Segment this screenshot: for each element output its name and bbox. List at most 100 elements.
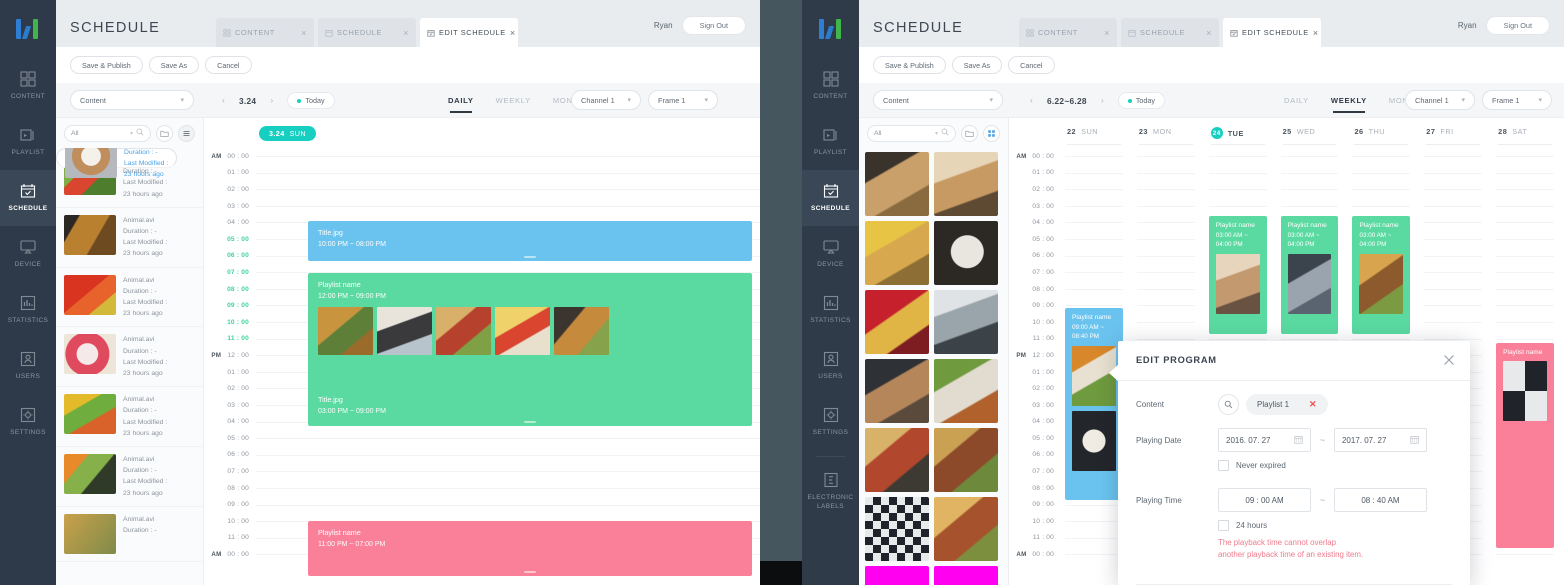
remove-content-icon[interactable]: ✕ (1309, 399, 1317, 410)
sidebar-item-statistics[interactable]: STATISTICS (802, 282, 859, 338)
next-date-button[interactable]: › (1095, 93, 1110, 108)
sidebar-item-device[interactable]: DEVICE (0, 226, 56, 282)
list-item[interactable]: Animal.avi Duration : - Last Modified : … (56, 148, 178, 178)
tab-edit-schedule[interactable]: EDIT SCHEDULE × (420, 18, 518, 47)
thumbnail-cell[interactable] (865, 221, 929, 285)
view-tab-daily[interactable]: DAILY (1284, 96, 1309, 110)
sidebar-item-schedule[interactable]: SCHEDULE (0, 170, 56, 226)
list-item[interactable]: Animal.avi Duration : - Last Modified : … (56, 447, 203, 507)
sidebar-item-schedule[interactable]: SCHEDULE (802, 170, 859, 226)
timeline-body-left[interactable]: Title.jpg 10:00 PM ~ 08:00 PM Playlist n… (256, 148, 760, 585)
close-icon[interactable]: × (1104, 28, 1110, 38)
sidebar-item-statistics[interactable]: STATISTICS (0, 282, 56, 338)
calendar-icon[interactable] (1294, 435, 1303, 446)
time-to-input[interactable]: 08 : 40 AM (1333, 488, 1427, 512)
week-day-header-fri[interactable]: 27 FRI (1420, 118, 1492, 148)
save-as-button[interactable]: Save As (148, 56, 200, 74)
sidebar-item-settings[interactable]: SETTINGS (802, 394, 859, 450)
search-input[interactable]: All ▾ (64, 124, 151, 142)
tab-schedule[interactable]: SCHEDULE × (318, 18, 416, 47)
schedule-block[interactable]: Playlist name 12:00 PM ~ 09:00 PM (308, 273, 752, 395)
thumbnail-cell[interactable] (934, 359, 998, 423)
sidebar-item-content[interactable]: CONTENT (0, 58, 56, 114)
sidebar-item-users[interactable]: USERS (0, 338, 56, 394)
search-icon[interactable] (1218, 394, 1239, 415)
week-day-header-mon[interactable]: 23 MON (1133, 118, 1205, 148)
channel-select[interactable]: Channel 1 ▾ (571, 90, 641, 110)
week-day-header-wed[interactable]: 25 WED (1277, 118, 1349, 148)
prev-date-button[interactable]: ‹ (216, 93, 231, 108)
schedule-block[interactable]: Playlist name 03:00 AM ~04:00 PM (1280, 216, 1339, 334)
thumbnail-cell[interactable] (934, 566, 998, 585)
sidebar-item-users[interactable]: USERS (802, 338, 859, 394)
week-day-header-thu[interactable]: 26 THU (1348, 118, 1420, 148)
sidebar-item-device[interactable]: DEVICE (802, 226, 859, 282)
week-day-header-sun[interactable]: 22 SUN (1061, 118, 1133, 148)
list-view-icon[interactable] (178, 124, 195, 142)
grid-view-icon[interactable] (983, 124, 1000, 142)
thumbnail-cell[interactable] (865, 497, 929, 561)
schedule-block[interactable]: Playlist name 03:00 AM ~04:00 PM (1208, 216, 1267, 334)
frame-select[interactable]: Frame 1 ▾ (1482, 90, 1552, 110)
schedule-block[interactable]: Playlist name 09:00 AM ~08:40 PM (1065, 308, 1123, 500)
file-list[interactable]: Animal.avi Duration : - Last Modified : … (56, 148, 203, 585)
week-day-header-tue[interactable]: 24 TUE (1205, 118, 1277, 148)
sidebar-item-playlist[interactable]: PLAYLIST (0, 114, 56, 170)
sidebar-item-playlist[interactable]: PLAYLIST (802, 114, 859, 170)
sidebar-item-content[interactable]: CONTENT (802, 58, 859, 114)
schedule-block[interactable]: Title.jpg 10:00 PM ~ 08:00 PM (308, 221, 752, 261)
tab-edit-schedule[interactable]: EDIT SCHEDULE × (1223, 18, 1321, 47)
schedule-block[interactable]: Playlist name 11:00 PM ~ 07:00 PM (308, 521, 752, 576)
sidebar-item-electronic-labels[interactable]: ELECTRONIC LABELS (802, 463, 859, 519)
list-item[interactable]: Animal.avi Duration : - Last Modified : … (56, 268, 203, 328)
week-column-sat[interactable]: Playlist name (1492, 148, 1564, 585)
list-item[interactable]: Animal.avi Duration : - Last Modified : … (56, 387, 203, 448)
frame-select[interactable]: Frame 1 ▾ (648, 90, 718, 110)
view-tab-weekly[interactable]: WEEKLY (496, 96, 531, 110)
today-button[interactable]: Today (287, 92, 335, 109)
sign-out-button[interactable]: Sign Out (681, 16, 746, 35)
save-and-publish-button[interactable]: Save & Publish (873, 56, 946, 74)
tab-content[interactable]: CONTENT × (1019, 18, 1117, 47)
schedule-block[interactable]: Playlist name (1496, 343, 1555, 548)
close-icon[interactable]: × (1206, 28, 1212, 38)
close-icon[interactable]: × (301, 28, 307, 38)
cancel-button[interactable]: Cancel (205, 56, 252, 74)
resize-grip[interactable] (524, 256, 536, 258)
cancel-button[interactable]: Cancel (1008, 56, 1055, 74)
tab-content[interactable]: CONTENT × (216, 18, 314, 47)
thumbnail-cell[interactable] (865, 359, 929, 423)
never-expired-checkbox[interactable] (1218, 460, 1229, 471)
calendar-icon[interactable] (1410, 435, 1419, 446)
thumbnail-grid[interactable] (859, 148, 1008, 585)
content-type-select[interactable]: Content ▾ (70, 90, 194, 110)
today-button[interactable]: Today (1117, 92, 1166, 109)
thumbnail-cell[interactable] (865, 566, 929, 585)
resize-grip[interactable] (524, 571, 536, 573)
folder-icon[interactable] (156, 124, 173, 142)
thumbnail-cell[interactable] (934, 221, 998, 285)
thumbnail-cell[interactable] (934, 152, 998, 216)
close-icon[interactable] (1442, 353, 1456, 367)
list-item[interactable]: Animal.avi Duration : - (56, 507, 203, 562)
thumbnail-cell[interactable] (934, 290, 998, 354)
thumbnail-cell[interactable] (865, 152, 929, 216)
content-type-select[interactable]: Content ▾ (873, 90, 1003, 110)
thumbnail-cell[interactable] (934, 497, 998, 561)
week-day-header-sat[interactable]: 28 SAT (1492, 118, 1564, 148)
date-from-input[interactable]: 2016. 07. 27 (1218, 428, 1311, 452)
thumbnail-cell[interactable] (865, 428, 929, 492)
view-tab-weekly[interactable]: WEEKLY (1331, 96, 1367, 113)
time-from-input[interactable]: 09 : 00 AM (1218, 488, 1311, 512)
twenty-four-hours-checkbox[interactable] (1218, 520, 1229, 531)
close-icon[interactable]: × (510, 28, 516, 38)
channel-select[interactable]: Channel 1 ▾ (1405, 90, 1475, 110)
view-tab-daily[interactable]: DAILY (448, 96, 474, 113)
folder-icon[interactable] (961, 124, 978, 142)
sidebar-item-settings[interactable]: SETTINGS (0, 394, 56, 450)
list-item[interactable]: Animal.avi Duration : - Last Modified : … (56, 327, 203, 388)
sign-out-button[interactable]: Sign Out (1485, 16, 1550, 35)
thumbnail-cell[interactable] (865, 290, 929, 354)
thumbnail-cell[interactable] (934, 428, 998, 492)
prev-date-button[interactable]: ‹ (1024, 93, 1039, 108)
